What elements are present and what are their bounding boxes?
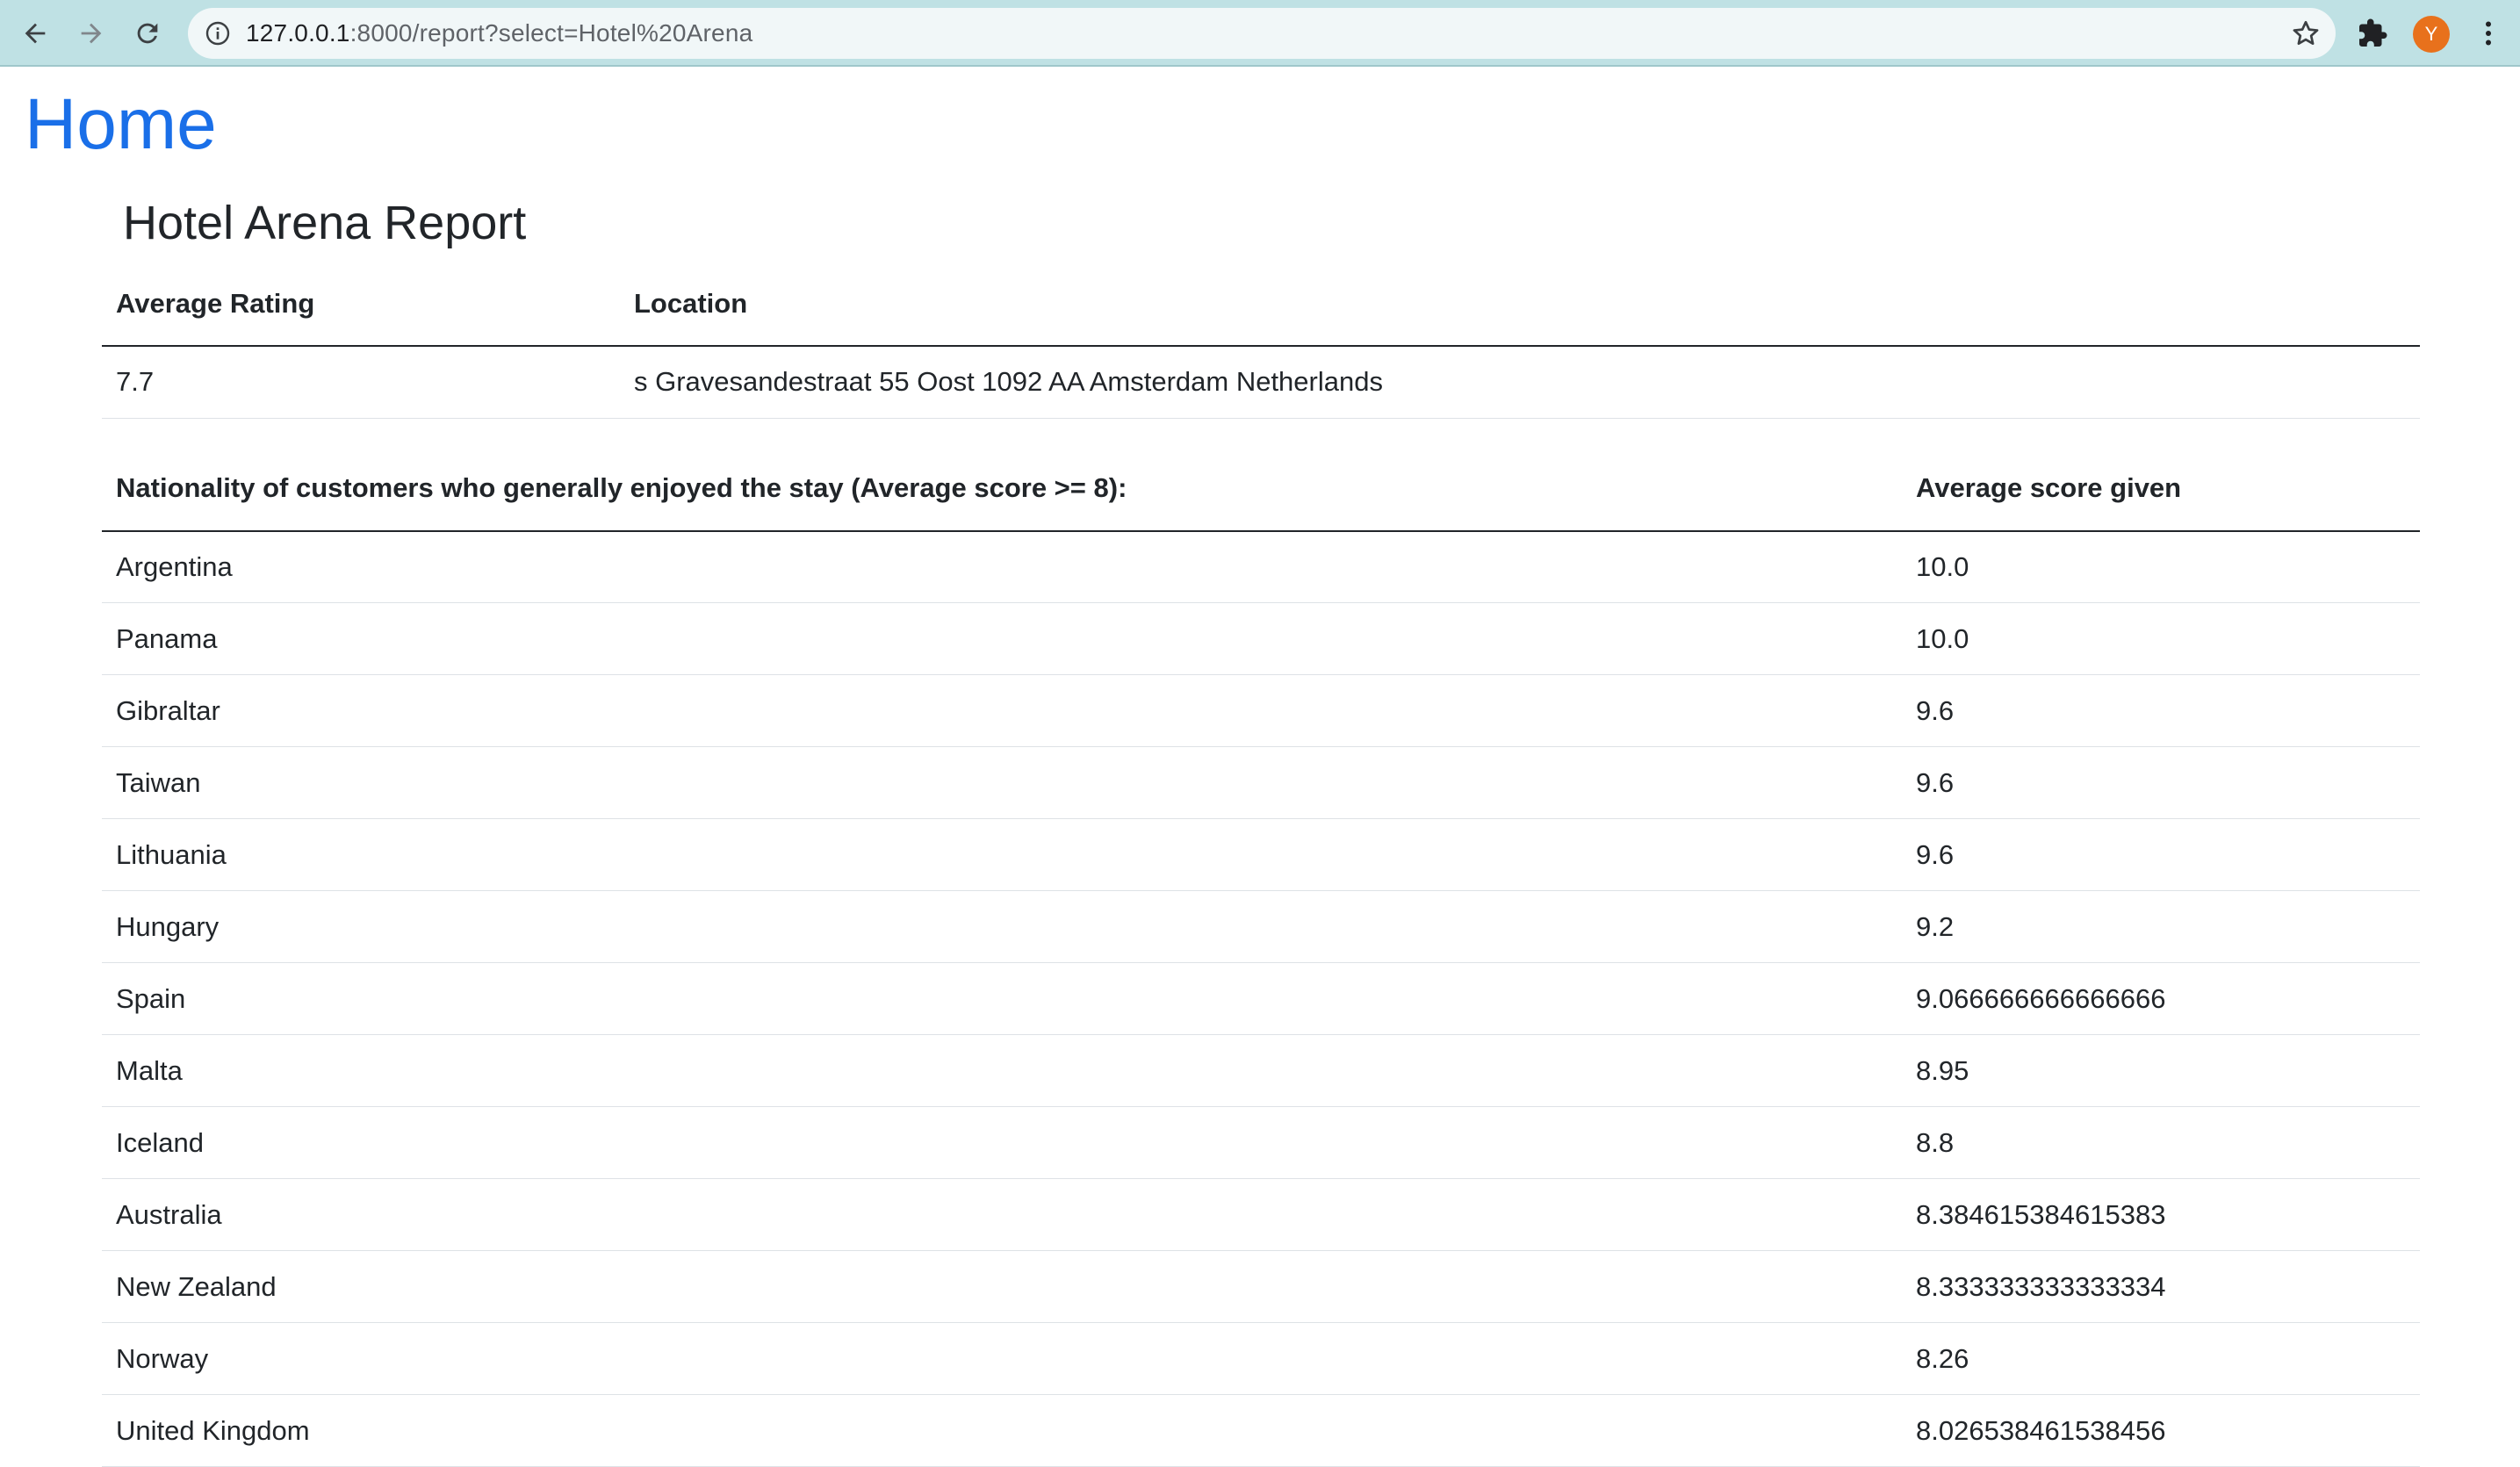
- table-row: Malta8.95: [102, 1035, 2420, 1107]
- url-text[interactable]: 127.0.0.1:8000/report?select=Hotel%20Are…: [246, 8, 752, 59]
- score-cell: 8.026538461538456: [1902, 1395, 2420, 1467]
- table-row: Iceland8.8: [102, 1107, 2420, 1179]
- score-cell: 9.6: [1902, 819, 2420, 891]
- score-cell: 9.6: [1902, 747, 2420, 819]
- table-row: Hungary9.2: [102, 891, 2420, 963]
- table-row: Norway8.26: [102, 1323, 2420, 1395]
- nationality-cell: Lithuania: [102, 819, 1902, 891]
- report-container: Hotel Arena Report Average Rating Locati…: [102, 184, 2420, 1467]
- info-icon[interactable]: [204, 19, 232, 47]
- star-icon[interactable]: [2290, 18, 2322, 49]
- table-row: Australia8.384615384615383: [102, 1179, 2420, 1251]
- puzzle-icon[interactable]: [2357, 18, 2388, 49]
- nationality-cell: United Kingdom: [102, 1395, 1902, 1467]
- nationality-cell: Taiwan: [102, 747, 1902, 819]
- hotel-info-table: Average Rating Location 7.7 s Gravesande…: [102, 262, 2420, 419]
- score-cell: 9.6: [1902, 675, 2420, 747]
- address-bar[interactable]: 127.0.0.1:8000/report?select=Hotel%20Are…: [188, 8, 2336, 59]
- column-header-average-rating: Average Rating: [102, 262, 620, 346]
- reload-icon: [133, 18, 162, 48]
- column-header-average-score: Average score given: [1902, 447, 2420, 531]
- score-cell: 8.384615384615383: [1902, 1179, 2420, 1251]
- table-row: Taiwan9.6: [102, 747, 2420, 819]
- nationality-cell: Argentina: [102, 531, 1902, 603]
- table-row: Panama10.0: [102, 603, 2420, 675]
- back-button[interactable]: [14, 12, 56, 54]
- table-row: Spain9.066666666666666: [102, 963, 2420, 1035]
- table-header-row: Nationality of customers who generally e…: [102, 447, 2420, 531]
- table-row: Argentina10.0: [102, 531, 2420, 603]
- table-row: 7.7 s Gravesandestraat 55 Oost 1092 AA A…: [102, 346, 2420, 418]
- nationality-cell: Iceland: [102, 1107, 1902, 1179]
- score-cell: 10.0: [1902, 531, 2420, 603]
- forward-button[interactable]: [70, 12, 112, 54]
- url-path: :8000/report?select=Hotel%20Arena: [350, 19, 753, 47]
- browser-toolbar: 127.0.0.1:8000/report?select=Hotel%20Are…: [0, 0, 2520, 67]
- score-cell: 8.8: [1902, 1107, 2420, 1179]
- score-cell: 9.066666666666666: [1902, 963, 2420, 1035]
- average-rating-value: 7.7: [102, 346, 620, 418]
- kebab-menu-icon[interactable]: [2473, 18, 2504, 49]
- profile-avatar[interactable]: Y: [2413, 16, 2450, 53]
- table-row: New Zealand8.333333333333334: [102, 1251, 2420, 1323]
- score-cell: 9.2: [1902, 891, 2420, 963]
- nationality-cell: Hungary: [102, 891, 1902, 963]
- table-row: Gibraltar9.6: [102, 675, 2420, 747]
- nationality-table: Nationality of customers who generally e…: [102, 447, 2420, 1467]
- location-value: s Gravesandestraat 55 Oost 1092 AA Amste…: [620, 346, 2420, 418]
- url-host: 127.0.0.1: [246, 19, 350, 47]
- back-icon: [20, 18, 50, 48]
- home-link[interactable]: Home: [25, 81, 217, 169]
- table-row: United Kingdom8.026538461538456: [102, 1395, 2420, 1467]
- column-header-nationality: Nationality of customers who generally e…: [102, 447, 1902, 531]
- page-title: Hotel Arena Report: [123, 184, 2420, 262]
- score-cell: 10.0: [1902, 603, 2420, 675]
- reload-button[interactable]: [126, 12, 169, 54]
- score-cell: 8.95: [1902, 1035, 2420, 1107]
- table-header-row: Average Rating Location: [102, 262, 2420, 346]
- nationality-cell: Gibraltar: [102, 675, 1902, 747]
- nationality-cell: Spain: [102, 963, 1902, 1035]
- nationality-cell: Norway: [102, 1323, 1902, 1395]
- nationality-cell: Australia: [102, 1179, 1902, 1251]
- table-row: Lithuania9.6: [102, 819, 2420, 891]
- nationality-cell: New Zealand: [102, 1251, 1902, 1323]
- nationality-cell: Panama: [102, 603, 1902, 675]
- score-cell: 8.333333333333334: [1902, 1251, 2420, 1323]
- nationality-cell: Malta: [102, 1035, 1902, 1107]
- column-header-location: Location: [620, 262, 2420, 346]
- forward-icon: [76, 18, 106, 48]
- score-cell: 8.26: [1902, 1323, 2420, 1395]
